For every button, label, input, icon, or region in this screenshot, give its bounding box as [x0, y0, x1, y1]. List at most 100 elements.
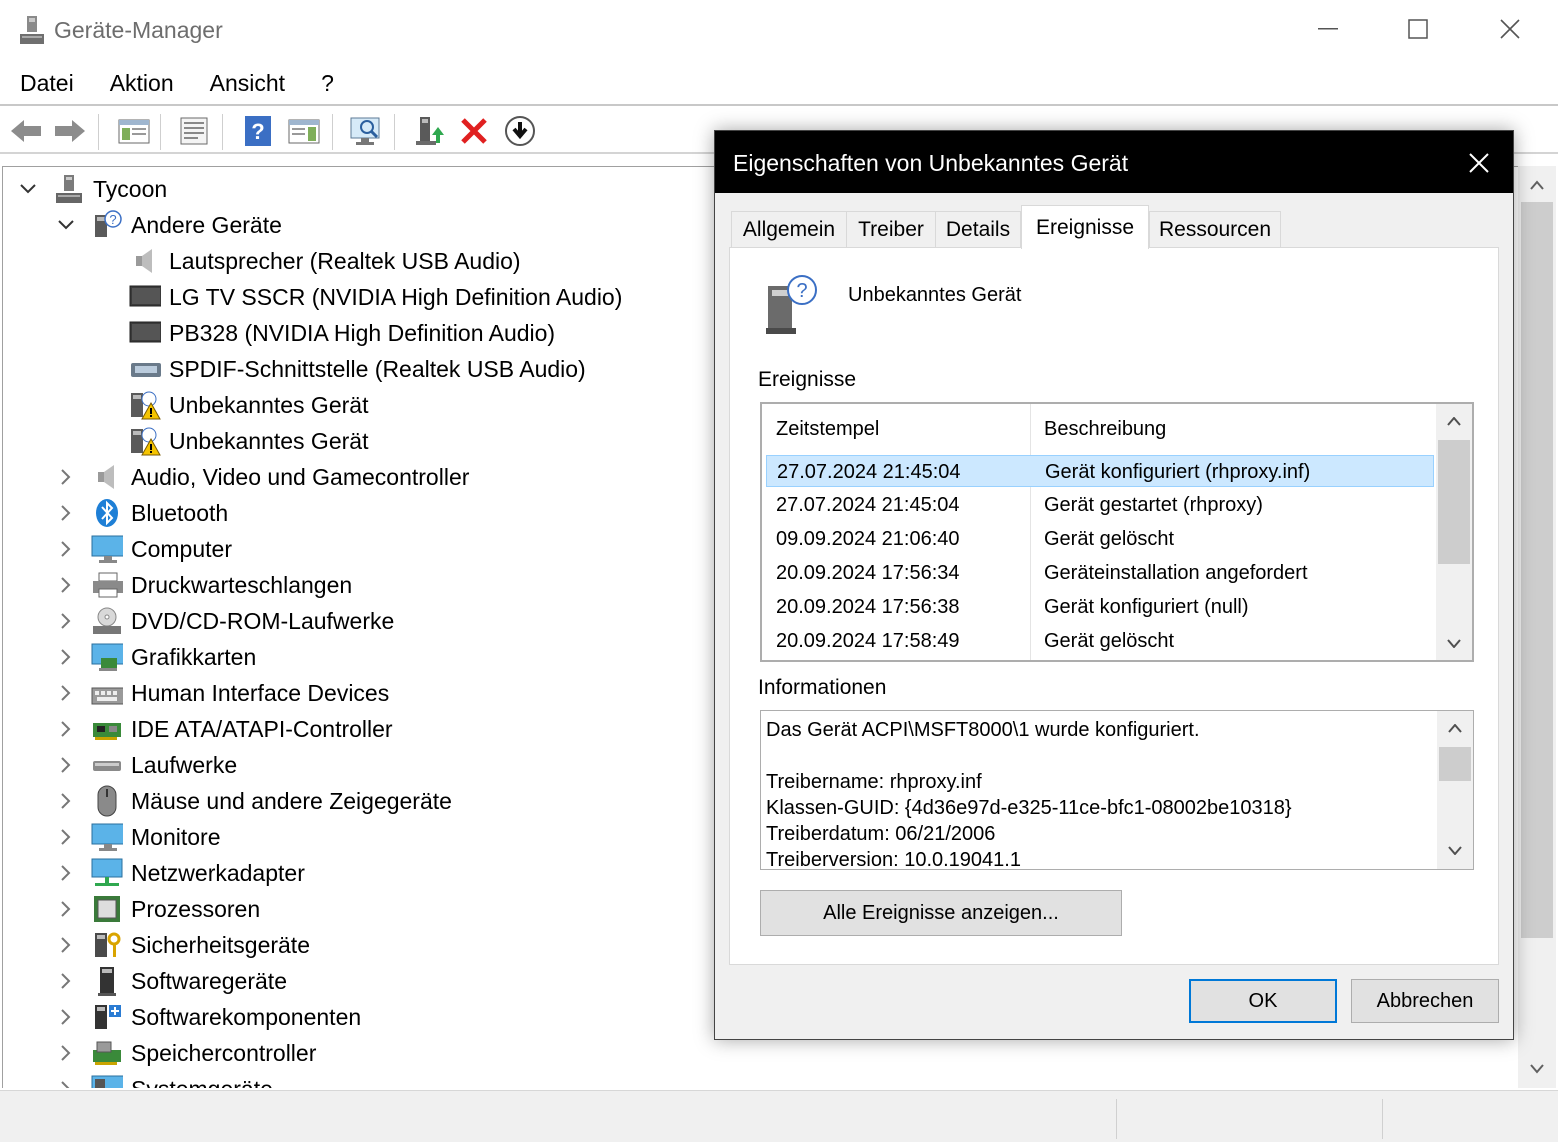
info-scrollbar[interactable] [1437, 711, 1473, 869]
close-button[interactable] [1464, 0, 1556, 58]
scroll-down-arrow[interactable] [1518, 1052, 1556, 1086]
event-row[interactable]: 27.07.2024 21:45:04 Gerät gestartet (rhp… [766, 489, 1434, 521]
menu-help[interactable]: ? [305, 70, 350, 97]
disable-device-button[interactable] [502, 114, 538, 148]
maximize-button[interactable] [1372, 0, 1464, 58]
menu-datei[interactable]: Datei [4, 70, 90, 97]
scan-hardware-button[interactable] [348, 114, 384, 148]
events-scrollbar[interactable] [1436, 404, 1472, 660]
show-all-events-button[interactable]: Alle Ereignisse anzeigen... [760, 890, 1122, 936]
ok-button[interactable]: OK [1189, 979, 1337, 1023]
tree-item-unknown-device-2[interactable]: Unbekanntes Gerät [129, 423, 368, 459]
tree-item-monitors[interactable]: Monitore [53, 819, 220, 855]
event-row[interactable]: 20.09.2024 17:58:49 Gerät gelöscht [766, 625, 1434, 657]
event-row[interactable]: 20.09.2024 17:56:34 Geräteinstallation a… [766, 557, 1434, 589]
chevron-right-icon[interactable] [53, 788, 79, 814]
tree-scrollbar[interactable] [1518, 166, 1556, 1088]
tree-item-gpu[interactable]: Grafikkarten [53, 639, 256, 675]
minimize-button[interactable] [1282, 0, 1374, 58]
chevron-right-icon[interactable] [53, 1004, 79, 1030]
uninstall-device-button[interactable] [456, 114, 492, 148]
chevron-right-icon[interactable] [53, 968, 79, 994]
action-view-button[interactable] [286, 114, 322, 148]
tree-item-storage-controllers[interactable]: Speichercontroller [53, 1035, 316, 1071]
chevron-right-icon[interactable] [53, 752, 79, 778]
dialog-close-button[interactable] [1457, 143, 1501, 183]
tab-details[interactable]: Details [935, 211, 1021, 247]
scroll-thumb[interactable] [1438, 440, 1470, 564]
tree-item-hid[interactable]: Human Interface Devices [53, 675, 389, 711]
chevron-right-icon[interactable] [53, 464, 79, 490]
events-list[interactable]: Zeitstempel Beschreibung 27.07.2024 21:4… [760, 402, 1474, 662]
tree-item-lg-tv[interactable]: LG TV SSCR (NVIDIA High Definition Audio… [129, 279, 622, 315]
tree-item-andere-geraete[interactable]: ? Andere Geräte [53, 207, 282, 243]
menu-ansicht[interactable]: Ansicht [194, 70, 301, 97]
scroll-up-arrow[interactable] [1436, 404, 1472, 438]
event-row[interactable]: 20.09.2024 17:56:38 Gerät konfiguriert (… [766, 591, 1434, 623]
tree-item-drives[interactable]: Laufwerke [53, 747, 237, 783]
tree-item-security[interactable]: Sicherheitsgeräte [53, 927, 310, 963]
chevron-down-icon[interactable] [53, 212, 79, 238]
tree-item-ide[interactable]: IDE ATA/ATAPI-Controller [53, 711, 393, 747]
event-row[interactable]: 09.09.2024 21:06:40 Gerät gelöscht [766, 523, 1434, 555]
chevron-right-icon[interactable] [53, 932, 79, 958]
column-header-time[interactable]: Zeitstempel [776, 418, 879, 441]
cancel-button[interactable]: Abbrechen [1351, 979, 1499, 1023]
chevron-right-icon[interactable] [53, 1040, 79, 1066]
chevron-right-icon[interactable] [53, 536, 79, 562]
action-pane-icon [288, 119, 320, 144]
tree-root[interactable]: Tycoon [15, 171, 167, 207]
information-textbox[interactable]: Das Gerät ACPI\MSFT8000\1 wurde konfigur… [760, 710, 1474, 870]
chevron-right-icon[interactable] [53, 608, 79, 634]
tree-item-network[interactable]: Netzwerkadapter [53, 855, 305, 891]
scroll-thumb[interactable] [1439, 747, 1471, 781]
tree-item-label: Laufwerke [131, 751, 238, 778]
chevron-right-icon[interactable] [53, 860, 79, 886]
tree-item-processors[interactable]: Prozessoren [53, 891, 260, 927]
scroll-down-arrow[interactable] [1436, 626, 1472, 660]
chevron-right-icon[interactable] [53, 824, 79, 850]
monitor-dark-icon [129, 317, 161, 349]
chevron-right-icon[interactable] [53, 896, 79, 922]
tab-ressourcen[interactable]: Ressourcen [1149, 211, 1281, 247]
tree-item-mice[interactable]: Mäuse und andere Zeigegeräte [53, 783, 452, 819]
chevron-right-icon[interactable] [53, 680, 79, 706]
tab-treiber[interactable]: Treiber [846, 211, 936, 247]
info-line: Treiberversion: 10.0.19041.1 [766, 849, 1021, 870]
forward-button[interactable] [52, 114, 88, 148]
help-button[interactable]: ? [240, 114, 276, 148]
chevron-down-icon[interactable] [15, 176, 41, 202]
event-time: 20.09.2024 17:58:49 [776, 630, 960, 652]
back-button[interactable] [8, 114, 44, 148]
chevron-right-icon[interactable] [53, 716, 79, 742]
tree-item-audio[interactable]: Audio, Video und Gamecontroller [53, 459, 469, 495]
tree-item-spdif[interactable]: SPDIF-Schnittstelle (Realtek USB Audio) [129, 351, 586, 387]
chevron-right-icon[interactable] [53, 644, 79, 670]
properties-button[interactable] [176, 114, 212, 148]
tree-item-printers[interactable]: Druckwarteschlangen [53, 567, 352, 603]
tab-ereignisse[interactable]: Ereignisse [1021, 205, 1149, 249]
show-hide-console-tree-button[interactable] [116, 114, 152, 148]
tree-item-unknown-device-1[interactable]: Unbekanntes Gerät [129, 387, 368, 423]
tree-item-speaker[interactable]: Lautsprecher (Realtek USB Audio) [129, 243, 521, 279]
tree-item-system-devices[interactable]: Systemgeräte [53, 1071, 273, 1088]
scroll-up-arrow[interactable] [1518, 168, 1556, 202]
tree-item-pb328[interactable]: PB328 (NVIDIA High Definition Audio) [129, 315, 555, 351]
menu-aktion[interactable]: Aktion [94, 70, 190, 97]
column-header-description[interactable]: Beschreibung [1044, 418, 1166, 441]
tab-allgemein[interactable]: Allgemein [731, 211, 847, 247]
scroll-thumb[interactable] [1521, 202, 1553, 938]
chevron-right-icon[interactable] [53, 500, 79, 526]
chevron-right-icon[interactable] [53, 572, 79, 598]
update-driver-button[interactable] [412, 114, 448, 148]
tree-item-label: Druckwarteschlangen [131, 571, 353, 598]
tree-item-bluetooth[interactable]: Bluetooth [53, 495, 228, 531]
scroll-down-arrow[interactable] [1437, 833, 1473, 867]
tree-item-computer[interactable]: Computer [53, 531, 232, 567]
tree-item-dvd[interactable]: DVD/CD-ROM-Laufwerke [53, 603, 394, 639]
scroll-up-arrow[interactable] [1437, 711, 1473, 745]
event-row-selected[interactable]: 27.07.2024 21:45:04 Gerät konfiguriert (… [766, 455, 1434, 487]
chevron-right-icon[interactable] [53, 1076, 79, 1088]
tree-item-software-components[interactable]: Softwarekomponenten [53, 999, 361, 1035]
tree-item-software-devices[interactable]: Softwaregeräte [53, 963, 287, 999]
